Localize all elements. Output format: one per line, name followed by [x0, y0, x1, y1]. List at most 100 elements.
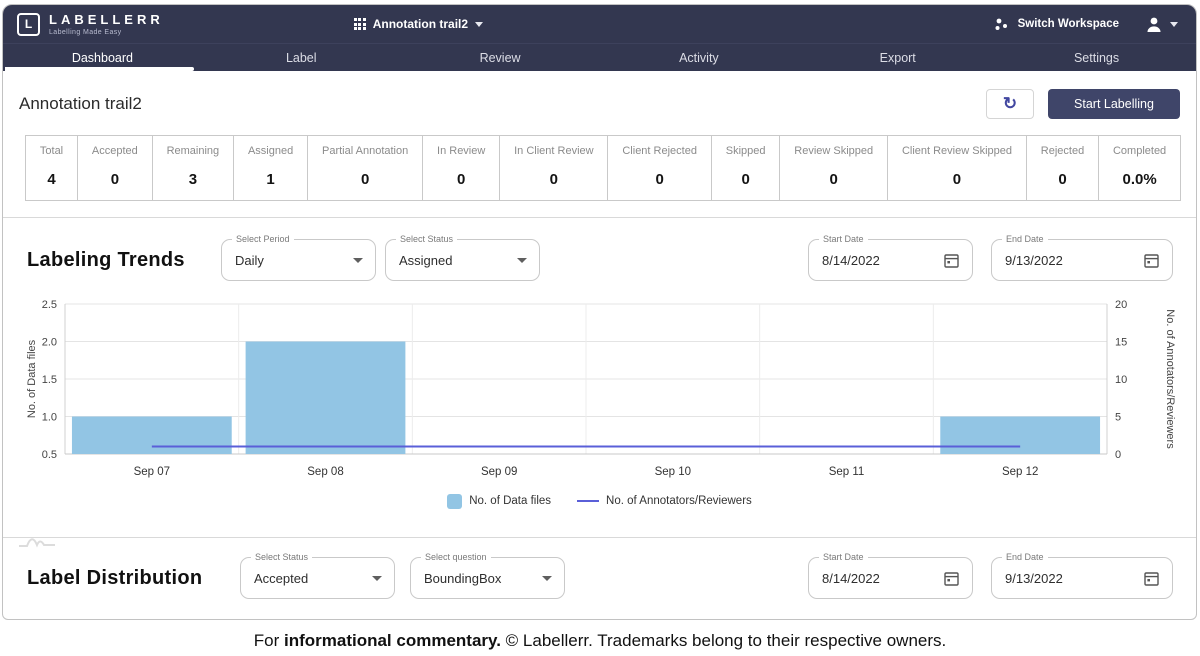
- attribution-footer: For informational commentary. © Labeller…: [0, 626, 1200, 656]
- stat-card-skipped: Skipped0: [712, 136, 781, 200]
- user-avatar-icon: [1145, 16, 1163, 33]
- refresh-button[interactable]: ↻: [986, 89, 1034, 119]
- bar-swatch-icon: [447, 494, 462, 509]
- chevron-down-icon: [475, 22, 483, 27]
- footer-prefix: For: [254, 631, 284, 650]
- svg-text:2.0: 2.0: [42, 337, 57, 349]
- dist-end-date-field[interactable]: End Date 9/13/2022: [991, 557, 1173, 599]
- svg-text:1.0: 1.0: [42, 412, 57, 424]
- end-date-field[interactable]: End Date 9/13/2022: [991, 239, 1173, 281]
- select-status-label: Select Status: [396, 233, 457, 245]
- stat-label: Skipped: [723, 145, 769, 157]
- stat-value: 0: [791, 171, 876, 188]
- select-question-label: Select question: [421, 551, 491, 563]
- chevron-down-icon: [372, 576, 382, 581]
- legend-item-datafiles[interactable]: No. of Data files: [447, 494, 551, 509]
- svg-text:5: 5: [1115, 412, 1121, 424]
- tab-export[interactable]: Export: [798, 44, 997, 71]
- calendar-icon[interactable]: [943, 570, 960, 587]
- app-window: L LABELLERR Labelling Made Easy Annotati…: [2, 4, 1197, 620]
- stat-label: Remaining: [164, 145, 222, 157]
- footer-emphasis: informational commentary.: [284, 631, 501, 650]
- svg-text:0: 0: [1115, 449, 1121, 461]
- labeling-trends-section: Labeling Trends Select Period Daily Sele…: [3, 218, 1196, 537]
- legend-label: No. of Data files: [469, 495, 551, 507]
- calendar-icon[interactable]: [1143, 252, 1160, 269]
- stat-card-client-review-skipped: Client Review Skipped0: [888, 136, 1027, 200]
- stat-label: In Review: [434, 145, 488, 157]
- legend-label: No. of Annotators/Reviewers: [606, 495, 752, 507]
- start-date-value: 8/14/2022: [822, 253, 880, 268]
- tab-dashboard[interactable]: Dashboard: [3, 44, 202, 71]
- dist-end-date-value: 9/13/2022: [1005, 571, 1063, 586]
- stat-label: Review Skipped: [791, 145, 876, 157]
- dist-select-status-value: Accepted: [254, 571, 308, 586]
- tab-label[interactable]: Label: [202, 44, 401, 71]
- stat-label: In Client Review: [511, 145, 596, 157]
- select-period-dropdown[interactable]: Select Period Daily: [221, 239, 376, 281]
- select-period-value: Daily: [235, 253, 264, 268]
- tab-activity[interactable]: Activity: [599, 44, 798, 71]
- svg-text:10: 10: [1115, 374, 1127, 386]
- svg-text:20: 20: [1115, 299, 1127, 311]
- dist-start-date-field[interactable]: Start Date 8/14/2022: [808, 557, 973, 599]
- main-nav: Dashboard Label Review Activity Export S…: [3, 43, 1196, 71]
- apps-grid-icon: [354, 18, 366, 30]
- dist-start-date-label: Start Date: [819, 551, 868, 563]
- switch-workspace-button[interactable]: Switch Workspace: [994, 17, 1119, 32]
- select-status-value: Assigned: [399, 253, 452, 268]
- select-question-dropdown[interactable]: Select question BoundingBox: [410, 557, 565, 599]
- stat-value: 0: [511, 171, 596, 188]
- tab-review[interactable]: Review: [401, 44, 600, 71]
- chevron-down-icon: [1170, 22, 1178, 27]
- stat-label: Partial Annotation: [319, 145, 411, 157]
- stat-value: 0: [319, 171, 411, 188]
- stat-card-in-review: In Review0: [423, 136, 500, 200]
- dist-select-status-dropdown[interactable]: Select Status Accepted: [240, 557, 395, 599]
- footer-rest: © Labellerr. Trademarks belong to their …: [501, 631, 946, 650]
- dist-select-status-label: Select Status: [251, 551, 312, 563]
- select-status-dropdown[interactable]: Select Status Assigned: [385, 239, 540, 281]
- calendar-icon[interactable]: [1143, 570, 1160, 587]
- stat-value: 0: [1038, 171, 1087, 188]
- stat-card-accepted: Accepted 0: [78, 136, 153, 200]
- svg-text:Sep 07: Sep 07: [134, 466, 170, 478]
- svg-text:1.5: 1.5: [42, 374, 57, 386]
- labeling-trends-chart: 0.51.01.52.02.505101520Sep 07Sep 08Sep 0…: [17, 294, 1187, 484]
- line-swatch-icon: [577, 500, 599, 502]
- stat-label: Total: [37, 145, 66, 157]
- svg-text:Sep 10: Sep 10: [655, 466, 691, 478]
- stat-label: Client Rejected: [619, 145, 699, 157]
- svg-text:0.5: 0.5: [42, 449, 57, 461]
- svg-text:15: 15: [1115, 337, 1127, 349]
- label-distribution-heading: Label Distribution: [27, 567, 240, 590]
- start-date-label: Start Date: [819, 233, 868, 245]
- stat-value: 0: [89, 171, 141, 188]
- start-labelling-button[interactable]: Start Labelling: [1048, 89, 1180, 119]
- svg-text:Sep 11: Sep 11: [829, 466, 865, 478]
- stat-value: 0: [619, 171, 699, 188]
- start-date-field[interactable]: Start Date 8/14/2022: [808, 239, 973, 281]
- project-switcher-label: Annotation trail2: [373, 17, 468, 31]
- chevron-down-icon: [353, 258, 363, 263]
- svg-text:Sep 09: Sep 09: [481, 466, 517, 478]
- chevron-down-icon: [517, 258, 527, 263]
- legend-item-annotators[interactable]: No. of Annotators/Reviewers: [577, 495, 752, 507]
- stat-card-in-client-review: In Client Review 0: [500, 136, 608, 200]
- calendar-icon[interactable]: [943, 252, 960, 269]
- account-menu[interactable]: [1145, 16, 1178, 33]
- stat-label: Assigned: [245, 145, 296, 157]
- stat-label: Rejected: [1038, 145, 1087, 157]
- brand-tagline: Labelling Made Easy: [49, 29, 164, 36]
- stat-label: Accepted: [89, 145, 141, 157]
- select-question-value: BoundingBox: [424, 571, 501, 586]
- stat-value: 0.0%: [1110, 171, 1169, 188]
- stat-value: 1: [245, 171, 296, 188]
- switch-workspace-label: Switch Workspace: [1018, 18, 1119, 30]
- tab-settings[interactable]: Settings: [997, 44, 1196, 71]
- dist-start-date-value: 8/14/2022: [822, 571, 880, 586]
- watermark-squiggle-icon: [17, 529, 63, 551]
- project-switcher[interactable]: Annotation trail2: [354, 17, 483, 31]
- select-period-label: Select Period: [232, 233, 294, 245]
- chart-legend: No. of Data files No. of Annotators/Revi…: [3, 491, 1196, 511]
